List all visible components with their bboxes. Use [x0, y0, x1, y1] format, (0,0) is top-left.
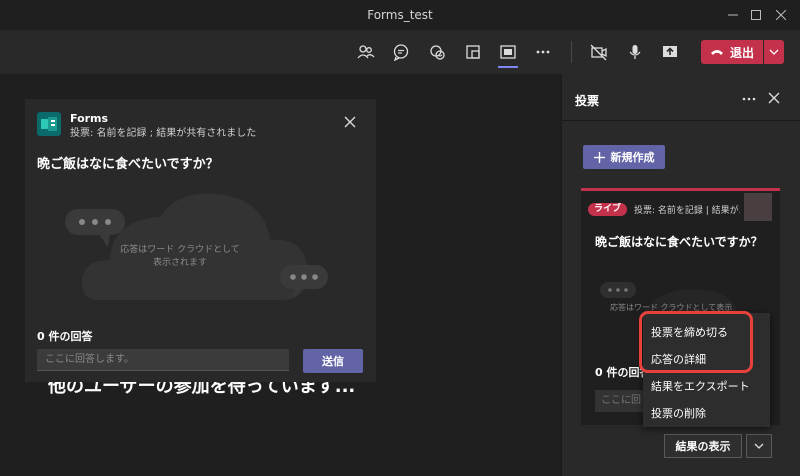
results-options-chevron-icon[interactable]	[746, 434, 772, 458]
leave-options-chevron-icon[interactable]	[764, 40, 784, 64]
close-icon[interactable]	[342, 114, 358, 130]
phone-hangup-icon	[710, 50, 723, 55]
toolbar-divider	[571, 41, 572, 63]
poll-question: 晩ご飯はなに食べたいですか？	[37, 157, 219, 172]
menu-item-export-results[interactable]: 結果をエクスポート	[651, 378, 750, 394]
leave-button[interactable]: 退出	[701, 40, 763, 64]
forms-logo-icon	[37, 112, 61, 136]
forms-subtitle: 投票: 名前を記録 ; 結果が共有されました	[70, 128, 257, 139]
people-icon[interactable]	[353, 39, 379, 65]
close-window-icon[interactable]	[766, 0, 796, 30]
chat-icon[interactable]	[388, 39, 414, 65]
panel-close-icon[interactable]	[766, 90, 782, 106]
plus-icon	[593, 151, 605, 163]
annotation-highlight-box	[639, 311, 753, 373]
new-poll-label: 新規作成	[610, 151, 655, 164]
mic-icon[interactable]	[622, 39, 648, 65]
reactions-icon[interactable]	[424, 39, 450, 65]
more-icon[interactable]	[530, 39, 556, 65]
apps-icon[interactable]	[495, 39, 521, 65]
poll-subtitle: 投票: 名前を記録 | 結果が...	[634, 206, 740, 216]
panel-more-icon[interactable]	[740, 90, 758, 108]
new-poll-button[interactable]: 新規作成	[583, 145, 665, 169]
answer-input[interactable]	[37, 349, 289, 371]
panel-title: 投票	[575, 94, 600, 108]
word-cloud-empty-text: 応答はワード クラウドとして表示されます	[120, 245, 240, 268]
live-badge: ライブ	[588, 203, 628, 216]
share-tray-icon[interactable]	[460, 39, 486, 65]
panel-divider	[561, 120, 800, 121]
share-screen-icon[interactable]	[657, 39, 683, 65]
send-button[interactable]: 送信	[303, 349, 363, 373]
response-count: 0 件の回答	[37, 330, 93, 343]
leave-label: 退出	[729, 45, 754, 60]
menu-item-delete-poll[interactable]: 投票の削除	[651, 405, 706, 421]
apps-active-indicator	[498, 66, 518, 68]
view-results-button[interactable]: 結果の表示	[664, 434, 742, 458]
poll-card-question: 晩ご飯はなに食べたいですか？	[595, 235, 763, 249]
window-title: Forms_test	[367, 8, 433, 22]
poll-thumbnail	[744, 193, 772, 221]
camera-off-icon[interactable]	[586, 39, 612, 65]
